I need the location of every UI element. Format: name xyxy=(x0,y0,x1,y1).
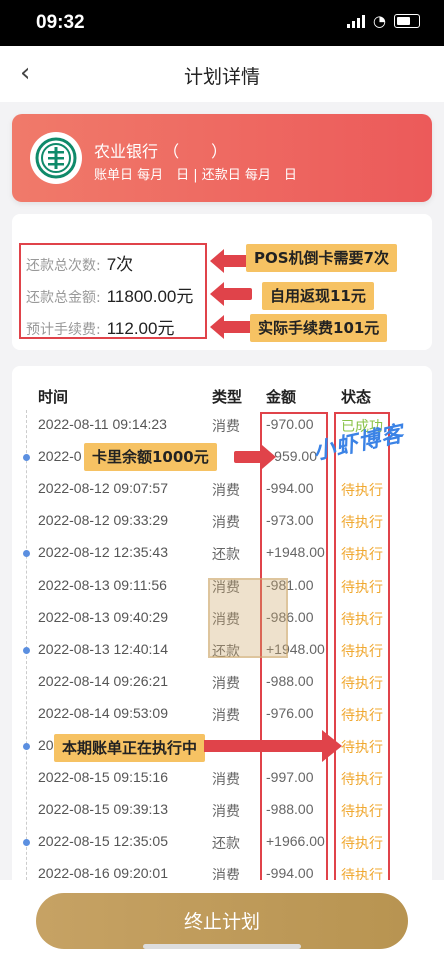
header-type: 类型 xyxy=(212,388,243,406)
row-time: 2022-08-14 09:53:09 xyxy=(38,704,168,721)
timeline-dot xyxy=(23,646,30,654)
callout-arrow-4 xyxy=(234,451,264,463)
row-time: 2022-08-13 09:40:29 xyxy=(38,608,168,625)
row-type: 消费 xyxy=(212,483,240,500)
row-time: 2022-08-12 09:33:29 xyxy=(38,512,168,529)
nav-bar: ‹ 计划详情 xyxy=(0,46,444,102)
row-time: 2022-08-15 09:15:16 xyxy=(38,769,168,786)
callout-arrow-2 xyxy=(210,282,252,306)
status-time: 09:32 xyxy=(36,12,85,33)
row-time: 2022-0 xyxy=(38,448,82,465)
timeline-dot xyxy=(23,454,30,462)
status-icons: ◔ xyxy=(346,12,420,30)
header-amount: 金额 xyxy=(266,388,297,406)
page-title: 计划详情 xyxy=(183,66,260,88)
row-time: 2022-08-13 09:11:56 xyxy=(38,576,167,593)
row-time: 2022-08-15 12:35:05 xyxy=(38,833,168,850)
row-type: 消费 xyxy=(212,707,240,724)
stop-plan-button[interactable]: 终止计划 xyxy=(36,893,408,949)
row-type: 还款 xyxy=(212,547,240,564)
seal-watermark xyxy=(208,578,288,658)
battery-icon xyxy=(394,14,420,28)
bank-dates: 账单日 每月 日 | 还款日 每月 日 xyxy=(94,168,297,183)
callout-real-fee: 实际手续费101元 xyxy=(250,314,388,342)
row-time: 2022-08-12 09:07:57 xyxy=(38,480,168,497)
row-time: 2022-08-12 12:35:43 xyxy=(38,544,168,561)
summary-highlight-box xyxy=(19,243,207,339)
row-time: 2022-08-14 09:26:21 xyxy=(38,672,168,689)
signal-icon xyxy=(346,14,365,28)
row-time: 2022-08-13 12:40:14 xyxy=(38,640,168,657)
row-time: 2022-08-11 09:14:23 xyxy=(38,416,167,432)
bank-logo-icon xyxy=(30,132,82,184)
status-highlight-box xyxy=(334,412,390,888)
row-time: 2022-08-16 09:20:01 xyxy=(38,865,168,882)
wifi-icon: ◔ xyxy=(372,12,386,30)
header-time: 时间 xyxy=(38,388,69,406)
bank-card: 农业银行 （ ） 账单日 每月 日 | 还款日 每月 日 xyxy=(12,114,432,202)
row-type: 消费 xyxy=(212,515,240,532)
callout-pos-times: POS机倒卡需要7次 xyxy=(246,244,397,272)
callout-arrow-3 xyxy=(210,315,252,339)
home-indicator xyxy=(143,944,301,949)
row-type: 消费 xyxy=(212,419,240,435)
row-time: 20 xyxy=(38,737,54,753)
callout-executing: 本期账单正在执行中 xyxy=(54,734,206,762)
row-type: 消费 xyxy=(212,772,240,789)
callout-arrow-5 xyxy=(204,730,342,762)
bank-name: 农业银行 （ ） xyxy=(94,142,228,161)
row-type: 消费 xyxy=(212,675,240,692)
header-status: 状态 xyxy=(341,388,372,406)
callout-cashback: 自用返现11元 xyxy=(262,282,374,310)
row-type: 消费 xyxy=(212,804,240,821)
status-bar: 09:32 ◔ xyxy=(0,0,444,46)
callout-balance: 卡里余额1000元 xyxy=(84,443,217,471)
timeline-dot xyxy=(23,839,30,847)
timeline-dot xyxy=(23,550,30,558)
row-time: 2022-08-15 09:39:13 xyxy=(38,801,168,818)
row-type: 还款 xyxy=(212,836,240,853)
timeline-dot xyxy=(23,743,30,750)
